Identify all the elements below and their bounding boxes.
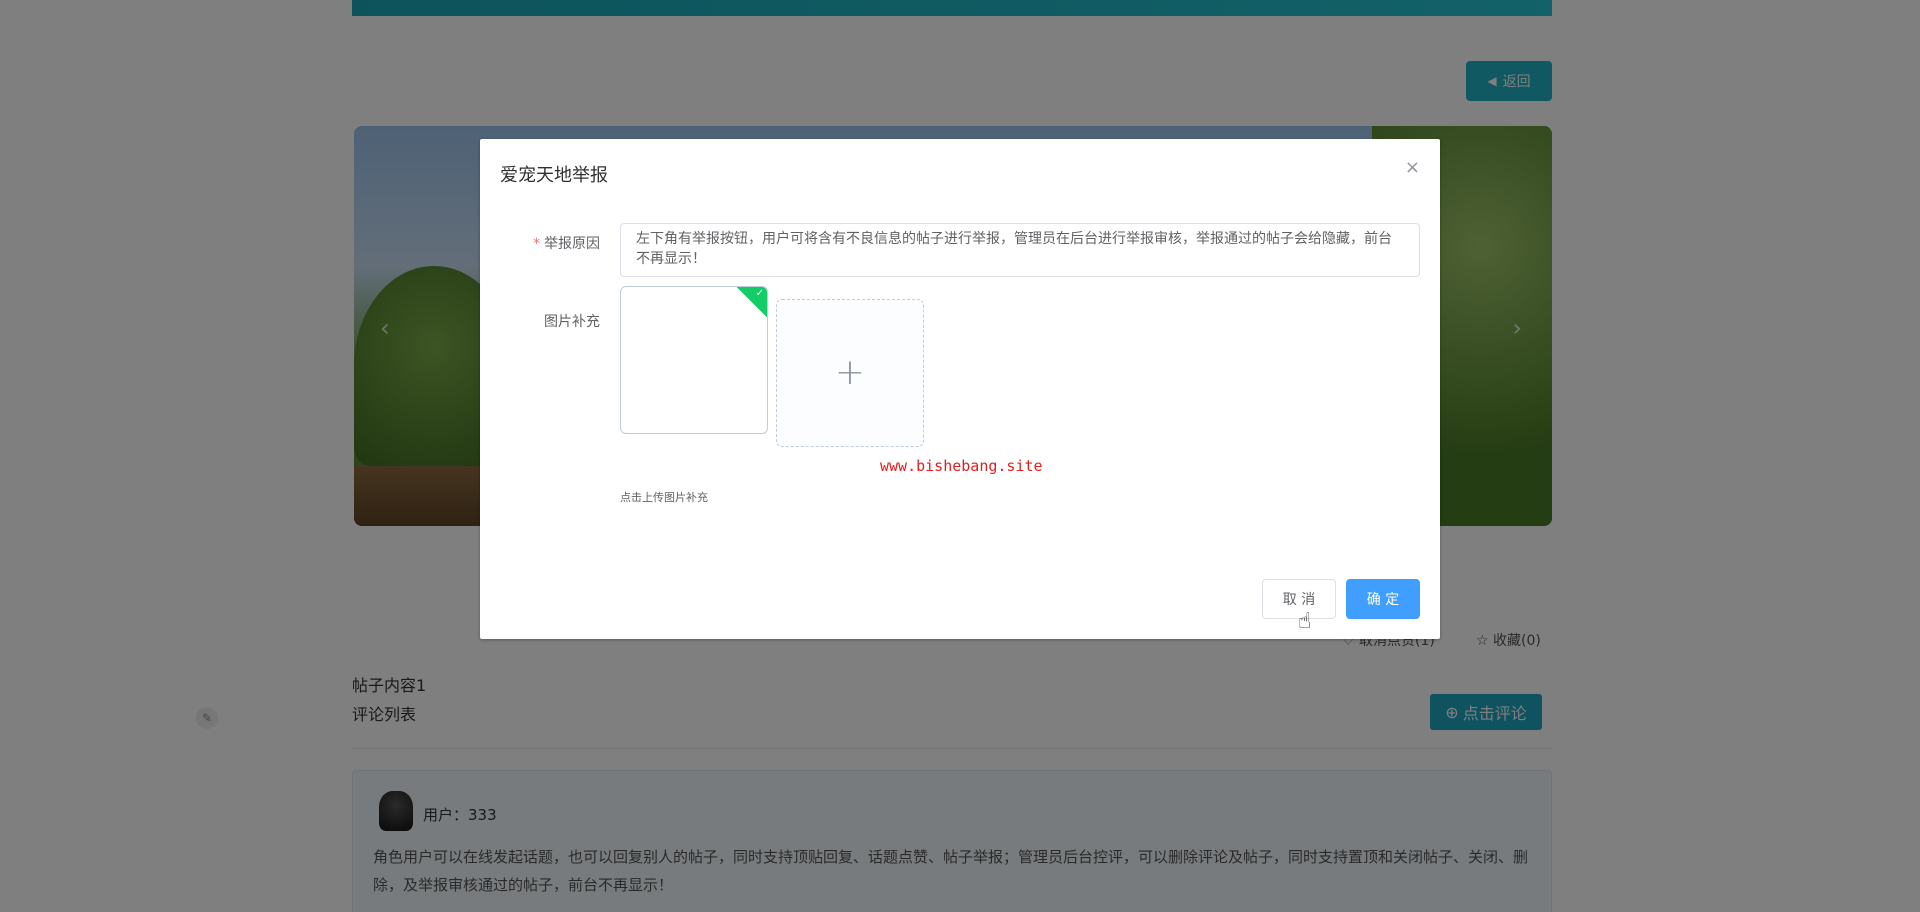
image-upload-button[interactable]: +	[776, 299, 924, 447]
dialog-title: 爱宠天地举报	[500, 165, 608, 186]
reason-textarea[interactable]: 左下角有举报按钮，用户可将含有不良信息的帖子进行举报，管理员在后台进行举报审核，…	[620, 223, 1420, 277]
report-dialog: 爱宠天地举报 × * 举报原因 左下角有举报按钮，用户可将含有不良信息的帖子进行举…	[480, 139, 1440, 639]
upload-tip: 点击上传图片补充	[620, 491, 708, 504]
reason-label: * 举报原因	[480, 233, 600, 253]
plus-icon: +	[834, 352, 866, 393]
watermark-text: www.bishebang.site	[880, 457, 1043, 475]
uploaded-image-thumbnail[interactable]: ✓	[620, 286, 768, 434]
image-label: 图片补充	[544, 314, 600, 330]
hand-pointer-icon: ☝	[1298, 609, 1312, 634]
confirm-button[interactable]: 确 定	[1346, 579, 1420, 619]
required-mark: *	[533, 236, 540, 252]
reason-label-text: 举报原因	[544, 236, 600, 252]
check-icon: ✓	[755, 288, 764, 299]
close-icon[interactable]: ×	[1405, 157, 1420, 178]
